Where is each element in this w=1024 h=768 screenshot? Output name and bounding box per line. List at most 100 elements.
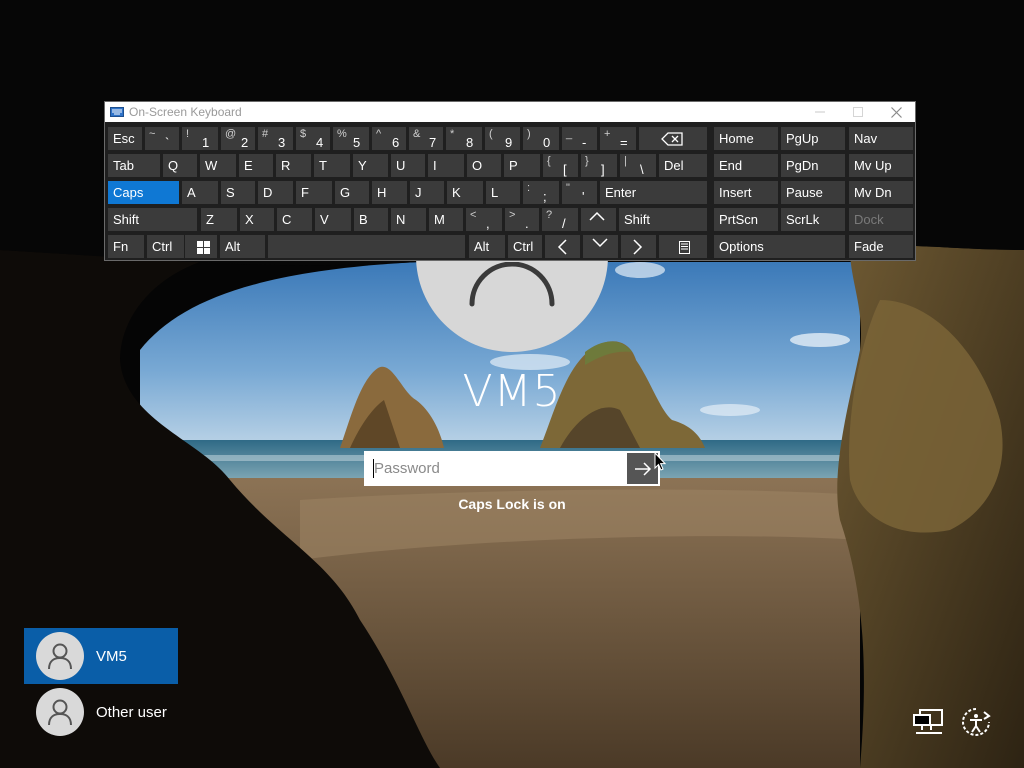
- key-symbol-10[interactable]: :;: [522, 180, 560, 205]
- key-symbol-13[interactable]: + =: [599, 126, 637, 151]
- key-backslash[interactable]: | \: [619, 153, 657, 178]
- key-label: ;: [543, 189, 547, 204]
- key-symbol-11[interactable]: " ': [561, 180, 598, 205]
- key-q[interactable]: Q: [162, 153, 198, 178]
- arrow-right-icon: [633, 239, 643, 255]
- key-s[interactable]: S: [220, 180, 256, 205]
- key-label: S: [226, 185, 235, 200]
- key-y[interactable]: Y: [352, 153, 389, 178]
- arrow-down-icon: [592, 238, 608, 248]
- key-arrow-up[interactable]: [580, 207, 617, 232]
- key-mv-up[interactable]: Mv Up: [848, 153, 914, 178]
- key-backspace[interactable]: [638, 126, 708, 151]
- key-x[interactable]: X: [239, 207, 275, 232]
- key-dock: Dock: [848, 207, 914, 232]
- key-m[interactable]: M: [428, 207, 464, 232]
- key-d[interactable]: D: [257, 180, 294, 205]
- key-2[interactable]: @2: [220, 126, 256, 151]
- key-4[interactable]: $4: [295, 126, 331, 151]
- key-w[interactable]: W: [199, 153, 237, 178]
- key-9[interactable]: (9: [484, 126, 521, 151]
- key-enter[interactable]: Enter: [599, 180, 708, 205]
- ease-of-access-icon[interactable]: [960, 706, 992, 738]
- key-symbol-11[interactable]: {[: [542, 153, 579, 178]
- key-p[interactable]: P: [503, 153, 541, 178]
- key-3[interactable]: #3: [257, 126, 294, 151]
- key-8[interactable]: * 8: [445, 126, 483, 151]
- network-icon[interactable]: [912, 706, 944, 738]
- key-menu[interactable]: [658, 234, 708, 259]
- key-pause[interactable]: Pause: [780, 180, 846, 205]
- key-label: 1: [202, 135, 210, 150]
- key-a[interactable]: A: [181, 180, 219, 205]
- key-c[interactable]: C: [276, 207, 313, 232]
- key-scrlk[interactable]: ScrLk: [780, 207, 846, 232]
- key-label: -: [582, 135, 587, 150]
- key-e[interactable]: E: [238, 153, 274, 178]
- key-symbol-8[interactable]: <,: [465, 207, 503, 232]
- key-5[interactable]: % 5: [332, 126, 370, 151]
- key-fade[interactable]: Fade: [848, 234, 914, 259]
- close-button[interactable]: [877, 102, 915, 122]
- password-input[interactable]: [366, 453, 627, 484]
- key-alt[interactable]: Alt: [468, 234, 506, 259]
- key-b[interactable]: B: [353, 207, 389, 232]
- key-del[interactable]: Del: [658, 153, 708, 178]
- key-symbol-12[interactable]: }]: [580, 153, 618, 178]
- key-6[interactable]: ^ 6: [371, 126, 407, 151]
- key-shift-label: ~: [149, 128, 156, 140]
- key-ctrl[interactable]: Ctrl: [507, 234, 543, 259]
- key-label: Del: [664, 158, 684, 173]
- minimize-button[interactable]: [801, 102, 839, 122]
- key-fn[interactable]: Fn: [107, 234, 145, 259]
- key-esc[interactable]: Esc: [107, 126, 143, 151]
- key-alt[interactable]: Alt: [219, 234, 266, 259]
- key-home[interactable]: Home: [713, 126, 779, 151]
- key-tab[interactable]: Tab: [107, 153, 161, 178]
- key-7[interactable]: & 7: [408, 126, 444, 151]
- key-windows[interactable]: [184, 234, 218, 259]
- key-options[interactable]: Options: [713, 234, 846, 259]
- osk-titlebar[interactable]: On-Screen Keyboard: [105, 102, 915, 122]
- key-j[interactable]: J: [409, 180, 445, 205]
- key-shift[interactable]: Shift: [618, 207, 708, 232]
- user-tile-other-user[interactable]: Other user: [24, 684, 178, 740]
- key-n[interactable]: N: [390, 207, 427, 232]
- key-label: \: [640, 162, 644, 177]
- user-tile-vm5[interactable]: VM5: [24, 628, 178, 684]
- key-arrow-left[interactable]: [544, 234, 581, 259]
- key-t[interactable]: T: [313, 153, 351, 178]
- key-pgup[interactable]: PgUp: [780, 126, 846, 151]
- key-mv-dn[interactable]: Mv Dn: [848, 180, 914, 205]
- maximize-button[interactable]: [839, 102, 877, 122]
- key-end[interactable]: End: [713, 153, 779, 178]
- key-h[interactable]: H: [371, 180, 408, 205]
- key-o[interactable]: O: [466, 153, 502, 178]
- key-f[interactable]: F: [295, 180, 333, 205]
- key-k[interactable]: K: [446, 180, 484, 205]
- key-arrow-down[interactable]: [582, 234, 619, 259]
- key-caps[interactable]: Caps: [107, 180, 180, 205]
- key-symbol-9[interactable]: >.: [504, 207, 540, 232]
- key-prtscn[interactable]: PrtScn: [713, 207, 779, 232]
- key-shift[interactable]: Shift: [107, 207, 198, 232]
- key-symbol-12[interactable]: _ -: [561, 126, 598, 151]
- key-arrow-right[interactable]: [620, 234, 657, 259]
- key-label: 2: [241, 135, 249, 150]
- key-0[interactable]: ) 0: [522, 126, 560, 151]
- key-v[interactable]: V: [314, 207, 352, 232]
- key-z[interactable]: Z: [200, 207, 238, 232]
- key-space[interactable]: [267, 234, 466, 259]
- key-l[interactable]: L: [485, 180, 521, 205]
- key-nav[interactable]: Nav: [848, 126, 914, 151]
- key-g[interactable]: G: [334, 180, 370, 205]
- key-symbol-10[interactable]: ? /: [541, 207, 579, 232]
- key-r[interactable]: R: [275, 153, 312, 178]
- key-backtick[interactable]: ~ `: [144, 126, 180, 151]
- key-1[interactable]: ! 1: [181, 126, 219, 151]
- key-u[interactable]: U: [390, 153, 426, 178]
- key-insert[interactable]: Insert: [713, 180, 779, 205]
- key-i[interactable]: I: [427, 153, 465, 178]
- key-label: PrtScn: [719, 212, 759, 227]
- key-pgdn[interactable]: PgDn: [780, 153, 846, 178]
